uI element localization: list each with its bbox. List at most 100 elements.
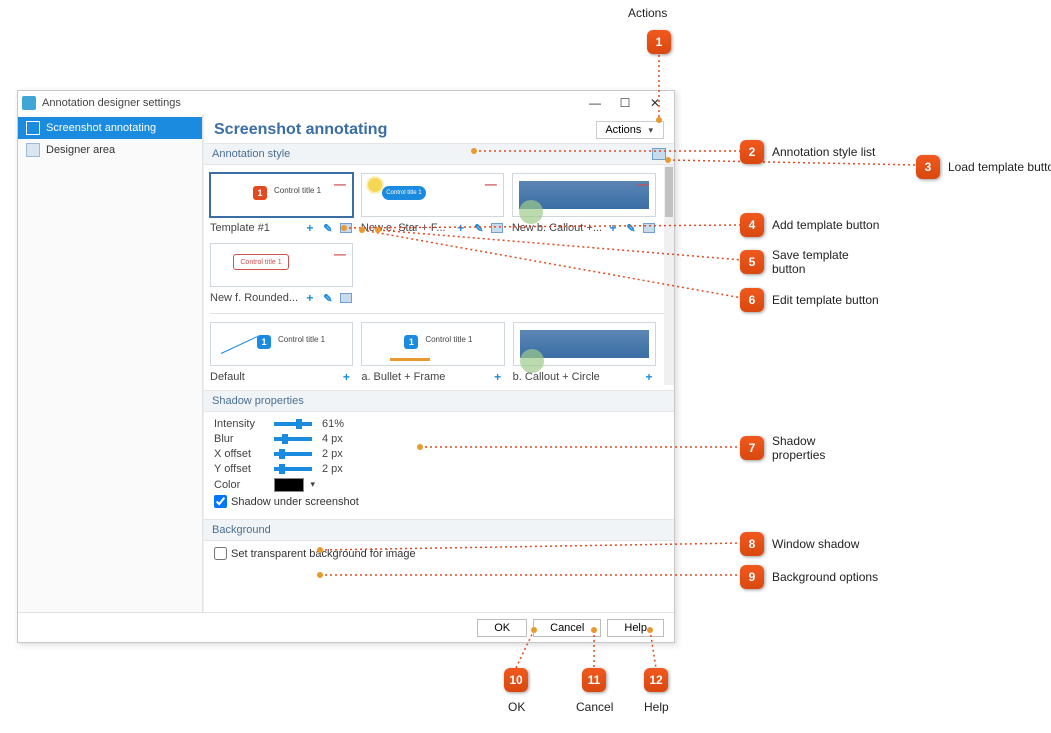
add-template-button[interactable]: +: [606, 221, 620, 235]
blur-slider[interactable]: [274, 437, 312, 441]
close-button[interactable]: ✕: [640, 96, 670, 110]
badge-icon: 1: [257, 335, 271, 349]
callout-label-3: Load template button: [948, 160, 1051, 174]
callout-badge-9: 9: [740, 565, 764, 589]
edit-template-button[interactable]: ✎: [472, 221, 486, 235]
line-icon: [221, 336, 258, 354]
template-card: — New b. Callout +... + ✎: [512, 173, 656, 235]
sidebar-item-label: Screenshot annotating: [46, 122, 156, 134]
callout-badge-10: 10: [504, 668, 528, 692]
save-template-button[interactable]: [339, 291, 353, 305]
template-name: New f. Rounded...: [210, 292, 299, 304]
background-panel: Set transparent background for image: [204, 541, 674, 573]
template-thumbnail[interactable]: 1 Control title 1 —: [210, 173, 353, 217]
leader-dot: [656, 117, 662, 123]
callout-badge-6: 6: [740, 288, 764, 312]
save-template-button[interactable]: [642, 221, 656, 235]
disk-icon: [340, 293, 352, 303]
template-thumbnail[interactable]: Control title 1 —: [361, 173, 504, 217]
remove-template-button[interactable]: —: [637, 177, 649, 191]
callout-label-4: Add template button: [772, 218, 879, 232]
ok-button[interactable]: OK: [477, 619, 527, 637]
leader-dot: [531, 627, 537, 633]
edit-template-button[interactable]: ✎: [321, 291, 335, 305]
callout-label-10: OK: [508, 700, 525, 714]
leader-dot: [375, 227, 381, 233]
add-template-button[interactable]: +: [454, 221, 468, 235]
slider-thumb[interactable]: [279, 449, 285, 459]
template-divider: [210, 313, 668, 314]
frame-line-icon: [390, 358, 430, 361]
thumb-text: Control title 1: [278, 335, 325, 344]
thumb-text: Control title 1: [425, 335, 472, 344]
help-button[interactable]: Help: [607, 619, 664, 637]
remove-template-button[interactable]: —: [334, 247, 346, 261]
callout-label-2: Annotation style list: [772, 145, 875, 159]
section-title: Annotation style: [212, 148, 290, 160]
template-thumbnail[interactable]: —: [512, 173, 656, 217]
intensity-value: 61%: [322, 418, 344, 430]
titlebar: Annotation designer settings — ☐ ✕: [18, 91, 674, 115]
template-name: a. Bullet + Frame: [361, 371, 486, 383]
remove-template-button[interactable]: —: [485, 177, 497, 191]
page-title: Screenshot annotating: [214, 121, 387, 139]
color-label: Color: [214, 479, 274, 491]
callout-badge-2: 2: [740, 140, 764, 164]
slider-thumb[interactable]: [279, 464, 285, 474]
template-thumbnail[interactable]: [513, 322, 656, 366]
sidebar-item-designer-area[interactable]: Designer area: [18, 139, 202, 161]
yoffset-slider[interactable]: [274, 467, 312, 471]
transparent-bg-checkbox[interactable]: [214, 547, 227, 560]
badge-icon: 1: [404, 335, 418, 349]
save-template-button[interactable]: [490, 221, 504, 235]
add-template-button[interactable]: +: [303, 221, 317, 235]
callout-label-9: Background options: [772, 570, 878, 584]
template-card: Control title 1 — New f. Rounded... + ✎: [210, 243, 353, 305]
edit-template-button[interactable]: ✎: [321, 221, 335, 235]
sidebar: Screenshot annotating Designer area: [18, 115, 203, 612]
screenshot-icon: [26, 121, 40, 135]
shadow-under-checkbox[interactable]: [214, 495, 227, 508]
xoffset-slider[interactable]: [274, 452, 312, 456]
slider-thumb[interactable]: [296, 419, 302, 429]
add-template-button[interactable]: +: [642, 370, 656, 384]
dialog-footer: OK Cancel Help: [18, 612, 674, 642]
shadow-properties-panel: Intensity 61% Blur 4 px X offset 2 px Y …: [204, 412, 674, 519]
leader-dot: [471, 148, 477, 154]
add-template-button[interactable]: +: [339, 370, 353, 384]
template-thumbnail[interactable]: Control title 1 —: [210, 243, 353, 287]
intensity-slider[interactable]: [274, 422, 312, 426]
add-template-button[interactable]: +: [491, 370, 505, 384]
scrollbar-track[interactable]: [664, 165, 674, 385]
section-annotation-style-header: Annotation style: [204, 143, 674, 165]
callout-badge-7: 7: [740, 436, 764, 460]
remove-template-button[interactable]: —: [334, 177, 346, 191]
load-template-button[interactable]: [652, 148, 666, 160]
add-template-button[interactable]: +: [303, 291, 317, 305]
callout-label-7: Shadow properties: [772, 434, 852, 462]
scrollbar-thumb[interactable]: [665, 167, 673, 217]
template-card: Control title 1 — New e. Star + F... + ✎: [361, 173, 504, 235]
color-picker[interactable]: [274, 478, 304, 492]
template-name: New b. Callout +...: [512, 222, 602, 234]
leader-dot: [317, 572, 323, 578]
thumb-text: Control title 1: [274, 186, 321, 195]
leader-dot: [665, 157, 671, 163]
main-panel: Screenshot annotating Actions Annotation…: [203, 115, 674, 612]
annotation-style-list: 1 Control title 1 — Template #1 + ✎: [204, 165, 674, 390]
leader-dot: [359, 227, 365, 233]
template-thumbnail[interactable]: 1 Control title 1: [210, 322, 353, 366]
slider-thumb[interactable]: [282, 434, 288, 444]
xoffset-value: 2 px: [322, 448, 343, 460]
callout-badge-3: 3: [916, 155, 940, 179]
template-thumbnail[interactable]: 1 Control title 1: [361, 322, 504, 366]
designer-icon: [26, 143, 40, 157]
minimize-button[interactable]: —: [580, 96, 610, 110]
edit-template-button[interactable]: ✎: [624, 221, 638, 235]
sidebar-item-screenshot-annotating[interactable]: Screenshot annotating: [18, 117, 202, 139]
actions-dropdown-button[interactable]: Actions: [596, 121, 664, 139]
maximize-button[interactable]: ☐: [610, 96, 640, 110]
callout-label-11: Cancel: [576, 700, 613, 714]
dialog-window: Annotation designer settings — ☐ ✕ Scree…: [17, 90, 675, 643]
yoffset-value: 2 px: [322, 463, 343, 475]
